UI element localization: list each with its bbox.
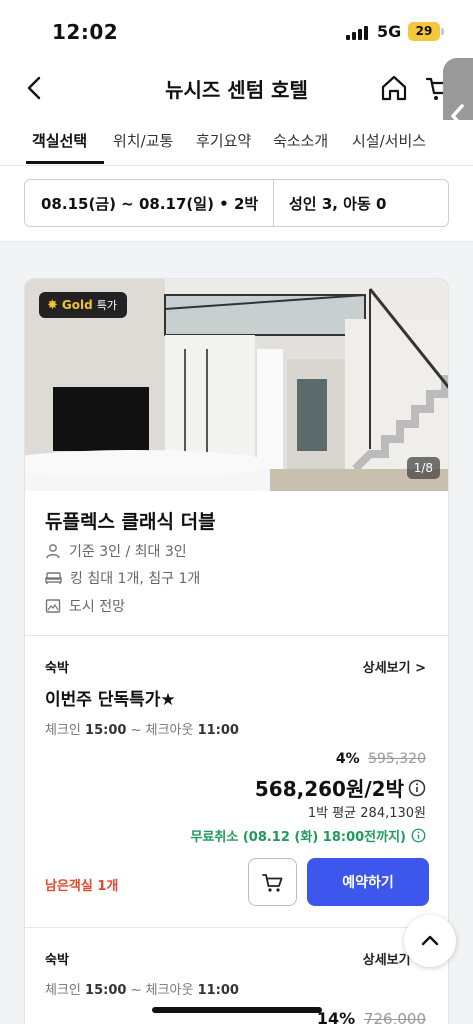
person-icon xyxy=(46,544,60,559)
discount-percent: 14% xyxy=(316,1009,356,1024)
divider xyxy=(273,180,274,226)
checkout-time: 11:00 xyxy=(197,723,239,738)
checkout-label: 체크아웃 xyxy=(145,723,194,738)
date-range-selector[interactable]: 08.15(금) ~ 08.17(일) • 2박 xyxy=(41,193,258,214)
detail-link[interactable]: 상세보기 > xyxy=(363,657,426,676)
free-cancel-line: 무료취소 (08.12 (화) 18:00전까지) xyxy=(190,826,426,845)
checkout-time: 11:00 xyxy=(197,983,239,998)
room-beds: 킹 침대 1개, 침구 1개 xyxy=(45,568,200,588)
original-price: 726,000 xyxy=(363,1010,426,1024)
room-view-text: 도시 전망 xyxy=(69,599,125,615)
status-time: 12:02 xyxy=(52,20,119,44)
tab-facilities[interactable]: 시설/서비스 xyxy=(352,130,426,151)
scroll-to-top-button[interactable] xyxy=(404,915,456,967)
checkin-time: 15:00 xyxy=(85,723,127,738)
reserve-button[interactable]: 예약하기 xyxy=(307,858,429,906)
gold-deal-badge: ✸ Gold 특가 xyxy=(39,292,127,318)
avg-nightly-price: 1박 평균 284,130원 xyxy=(307,806,426,821)
original-price: 595,320 xyxy=(368,751,426,767)
checkin-checkout-times: 체크인 15:00 ~ 체크아웃 11:00 xyxy=(45,719,239,738)
star-icon: ✸ xyxy=(47,297,58,313)
guest-selector[interactable]: 성인 3, 아동 0 xyxy=(289,193,386,214)
checkin-checkout-times: 체크인 15:00 ~ 체크아웃 11:00 xyxy=(45,979,239,998)
stay-type-label: 숙박 xyxy=(45,661,69,676)
chevron-up-icon xyxy=(421,935,439,946)
search-bar: 08.15(금) ~ 08.17(일) • 2박 성인 3, 아동 0 xyxy=(24,179,449,227)
room-card: ✸ Gold 특가 1/8 듀플렉스 클래식 더블 기준 3인 / 최대 3인 … xyxy=(24,278,449,1024)
divider xyxy=(25,927,448,928)
battery-icon: 29 xyxy=(408,22,444,41)
room-name: 듀플렉스 클래식 더블 xyxy=(45,511,216,533)
room-view: 도시 전망 xyxy=(45,596,125,616)
signal-icon xyxy=(346,26,368,40)
stay-type-label: 숙박 xyxy=(45,953,69,968)
checkin-time: 15:00 xyxy=(85,983,127,998)
home-icon[interactable] xyxy=(378,72,410,104)
rooms-left-badge: 남은객실 1개 xyxy=(45,879,119,894)
free-cancel-text: 무료취소 (08.12 (화) 18:00전까지) xyxy=(190,830,406,845)
discount-line: 4% 595,320 xyxy=(336,751,426,767)
header: 뉴시즈 센텀 호텔 xyxy=(0,62,473,120)
image-icon xyxy=(45,599,61,613)
room-photo[interactable]: ✸ Gold 특가 1/8 xyxy=(25,279,448,491)
badge-gold-text: Gold xyxy=(61,298,93,312)
badge-deal-text: 특가 xyxy=(96,299,117,312)
active-tab-indicator xyxy=(26,161,104,164)
room-capacity: 기준 3인 / 최대 3인 xyxy=(45,541,187,561)
discount-percent: 4% xyxy=(335,751,360,767)
checkin-label: 체크인 xyxy=(45,723,81,738)
tab-room-select[interactable]: 객실선택 xyxy=(32,130,87,151)
info-icon[interactable] xyxy=(408,779,426,797)
room-beds-text: 킹 침대 1개, 침구 1개 xyxy=(70,571,201,587)
price-line: 568,260원/2박 xyxy=(255,773,426,802)
search-bar-section: 08.15(금) ~ 08.17(일) • 2박 성인 3, 아동 0 xyxy=(0,166,473,242)
discount-line: 14% 726,000 xyxy=(317,1009,426,1024)
tab-bar: 객실선택 위치/교통 후기요약 숙소소개 시설/서비스 xyxy=(0,120,473,166)
checkin-label: 체크인 xyxy=(45,983,81,998)
tab-location[interactable]: 위치/교통 xyxy=(113,130,173,151)
time-separator: ~ xyxy=(130,983,142,998)
plan-name: 이번주 단독특가★ xyxy=(45,690,176,710)
status-bar: 12:02 5G 29 xyxy=(0,0,473,62)
room-capacity-text: 기준 3인 / 최대 3인 xyxy=(69,544,187,560)
info-icon[interactable] xyxy=(411,828,426,843)
photo-counter: 1/8 xyxy=(406,457,440,479)
tab-property-intro[interactable]: 숙소소개 xyxy=(273,130,328,151)
total-price: 568,260원/2박 xyxy=(254,777,404,801)
divider xyxy=(25,635,448,636)
bed-icon xyxy=(45,572,62,584)
add-to-cart-button[interactable] xyxy=(248,858,297,906)
checkout-label: 체크아웃 xyxy=(145,983,194,998)
cart-icon xyxy=(261,874,282,892)
tab-review-summary[interactable]: 후기요약 xyxy=(196,130,251,151)
time-separator: ~ xyxy=(130,723,142,738)
network-label: 5G xyxy=(377,22,402,41)
battery-level: 29 xyxy=(415,24,433,38)
home-indicator xyxy=(152,1007,322,1013)
